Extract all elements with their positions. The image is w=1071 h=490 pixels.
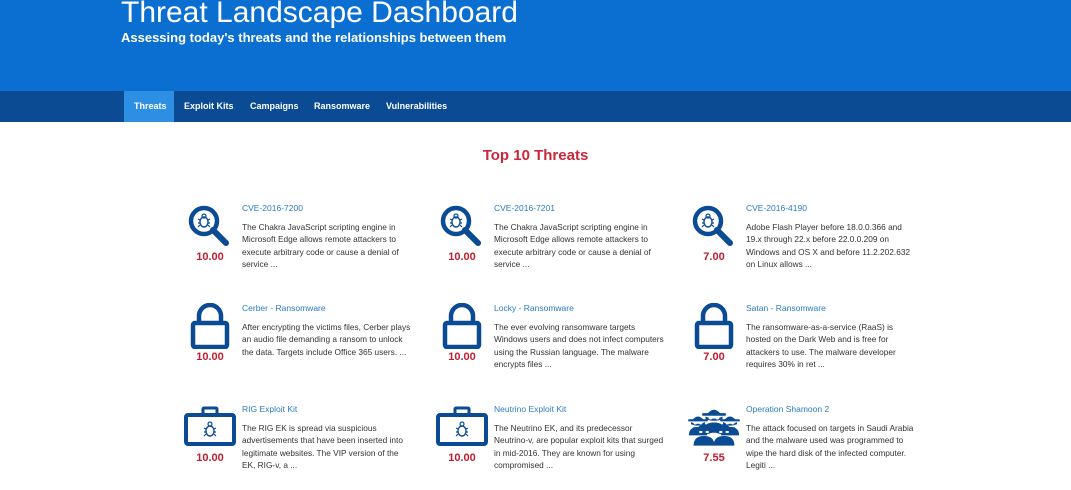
- magnifier-bug-icon: [182, 203, 238, 249]
- tab-threats[interactable]: Threats: [124, 91, 174, 122]
- section-title: Top 10 Threats: [482, 147, 589, 164]
- threat-score: 10.00: [448, 452, 476, 464]
- threat-description: The ever evolving ransomware targets Win…: [494, 322, 664, 370]
- threat-card: 7.55 Operation Shamoon 2 The attack focuse…: [686, 404, 926, 490]
- threat-card: 10.00 Neutrino Exploit Kit The Neutrino EK…: [434, 404, 674, 490]
- threat-score: 7.00: [703, 351, 725, 363]
- threat-score: 10.00: [196, 251, 224, 263]
- toolkit-bug-icon: [434, 404, 490, 450]
- threat-name-link[interactable]: Operation Shamoon 2: [746, 404, 829, 414]
- threat-score: 7.55: [703, 452, 725, 464]
- threat-score: 10.00: [448, 251, 476, 263]
- threat-score: 10.00: [196, 351, 224, 363]
- threat-card: 7.00 Satan - Ransomware The ransomware-as-…: [686, 302, 926, 389]
- threat-score: 10.00: [196, 452, 224, 464]
- tab-campaigns[interactable]: Campaigns: [240, 91, 304, 122]
- threat-card: 7.00 CVE-2016-4190 Adobe Flash Player befo…: [686, 203, 926, 289]
- magnifier-bug-icon: [686, 203, 742, 249]
- page-title: Threat Landscape Dashboard: [121, 0, 518, 29]
- padlock-icon: [182, 302, 238, 350]
- threat-name-link[interactable]: Neutrino Exploit Kit: [494, 404, 566, 414]
- threat-score: 7.00: [703, 251, 725, 263]
- threat-description: After encrypting the victims files, Cerb…: [242, 322, 411, 357]
- tab-ransomware[interactable]: Ransomware: [304, 91, 376, 122]
- spy-group-icon: [686, 404, 742, 450]
- threat-name-link[interactable]: Locky - Ransomware: [494, 303, 574, 313]
- main-nav: Threats Exploit Kits Campaigns Ransomwar…: [0, 91, 1071, 122]
- threat-name-link[interactable]: CVE-2016-7201: [494, 203, 555, 213]
- threat-score: 10.00: [448, 351, 476, 363]
- threat-name-link[interactable]: CVE-2016-7200: [242, 203, 303, 213]
- threat-description: The ransomware-as-a-service (RaaS) is ho…: [746, 322, 896, 370]
- tab-vulnerabilities[interactable]: Vulnerabilities: [376, 91, 456, 122]
- padlock-icon: [434, 302, 490, 350]
- page-subtitle: Assessing today's threats and the relati…: [121, 30, 507, 45]
- header-banner: Threat Landscape Dashboard Assessing tod…: [0, 0, 1071, 91]
- threat-description: The Chakra JavaScript scripting engine i…: [242, 222, 399, 270]
- threat-card: 10.00 CVE-2016-7201 The Chakra JavaScript …: [434, 203, 674, 289]
- threat-card: 10.00 RIG Exploit Kit The RIG EK is spread…: [182, 404, 422, 490]
- threat-name-link[interactable]: CVE-2016-4190: [746, 203, 807, 213]
- threat-card: 10.00 Locky - Ransomware The ever evolving…: [434, 302, 674, 389]
- threat-card: 10.00 CVE-2016-7200 The Chakra JavaScript …: [182, 203, 422, 289]
- magnifier-bug-icon: [434, 203, 490, 249]
- tab-exploit-kits[interactable]: Exploit Kits: [174, 91, 240, 122]
- threat-description: The Neutrino EK, and its predecessor Neu…: [494, 423, 664, 471]
- threat-card: 10.00 Cerber - Ransomware After encrypting…: [182, 302, 422, 389]
- threat-name-link[interactable]: RIG Exploit Kit: [242, 404, 297, 414]
- threat-description: Adobe Flash Player before 18.0.0.366 and…: [746, 222, 911, 270]
- threat-description: The RIG EK is spread via suspicious adve…: [242, 423, 403, 471]
- threat-description: The attack focused on targets in Saudi A…: [746, 423, 914, 471]
- threat-name-link[interactable]: Cerber - Ransomware: [242, 303, 326, 313]
- threat-description: The Chakra JavaScript scripting engine i…: [494, 222, 651, 270]
- toolkit-bug-icon: [182, 404, 238, 450]
- padlock-icon: [686, 302, 742, 350]
- threat-name-link[interactable]: Satan - Ransomware: [746, 303, 826, 313]
